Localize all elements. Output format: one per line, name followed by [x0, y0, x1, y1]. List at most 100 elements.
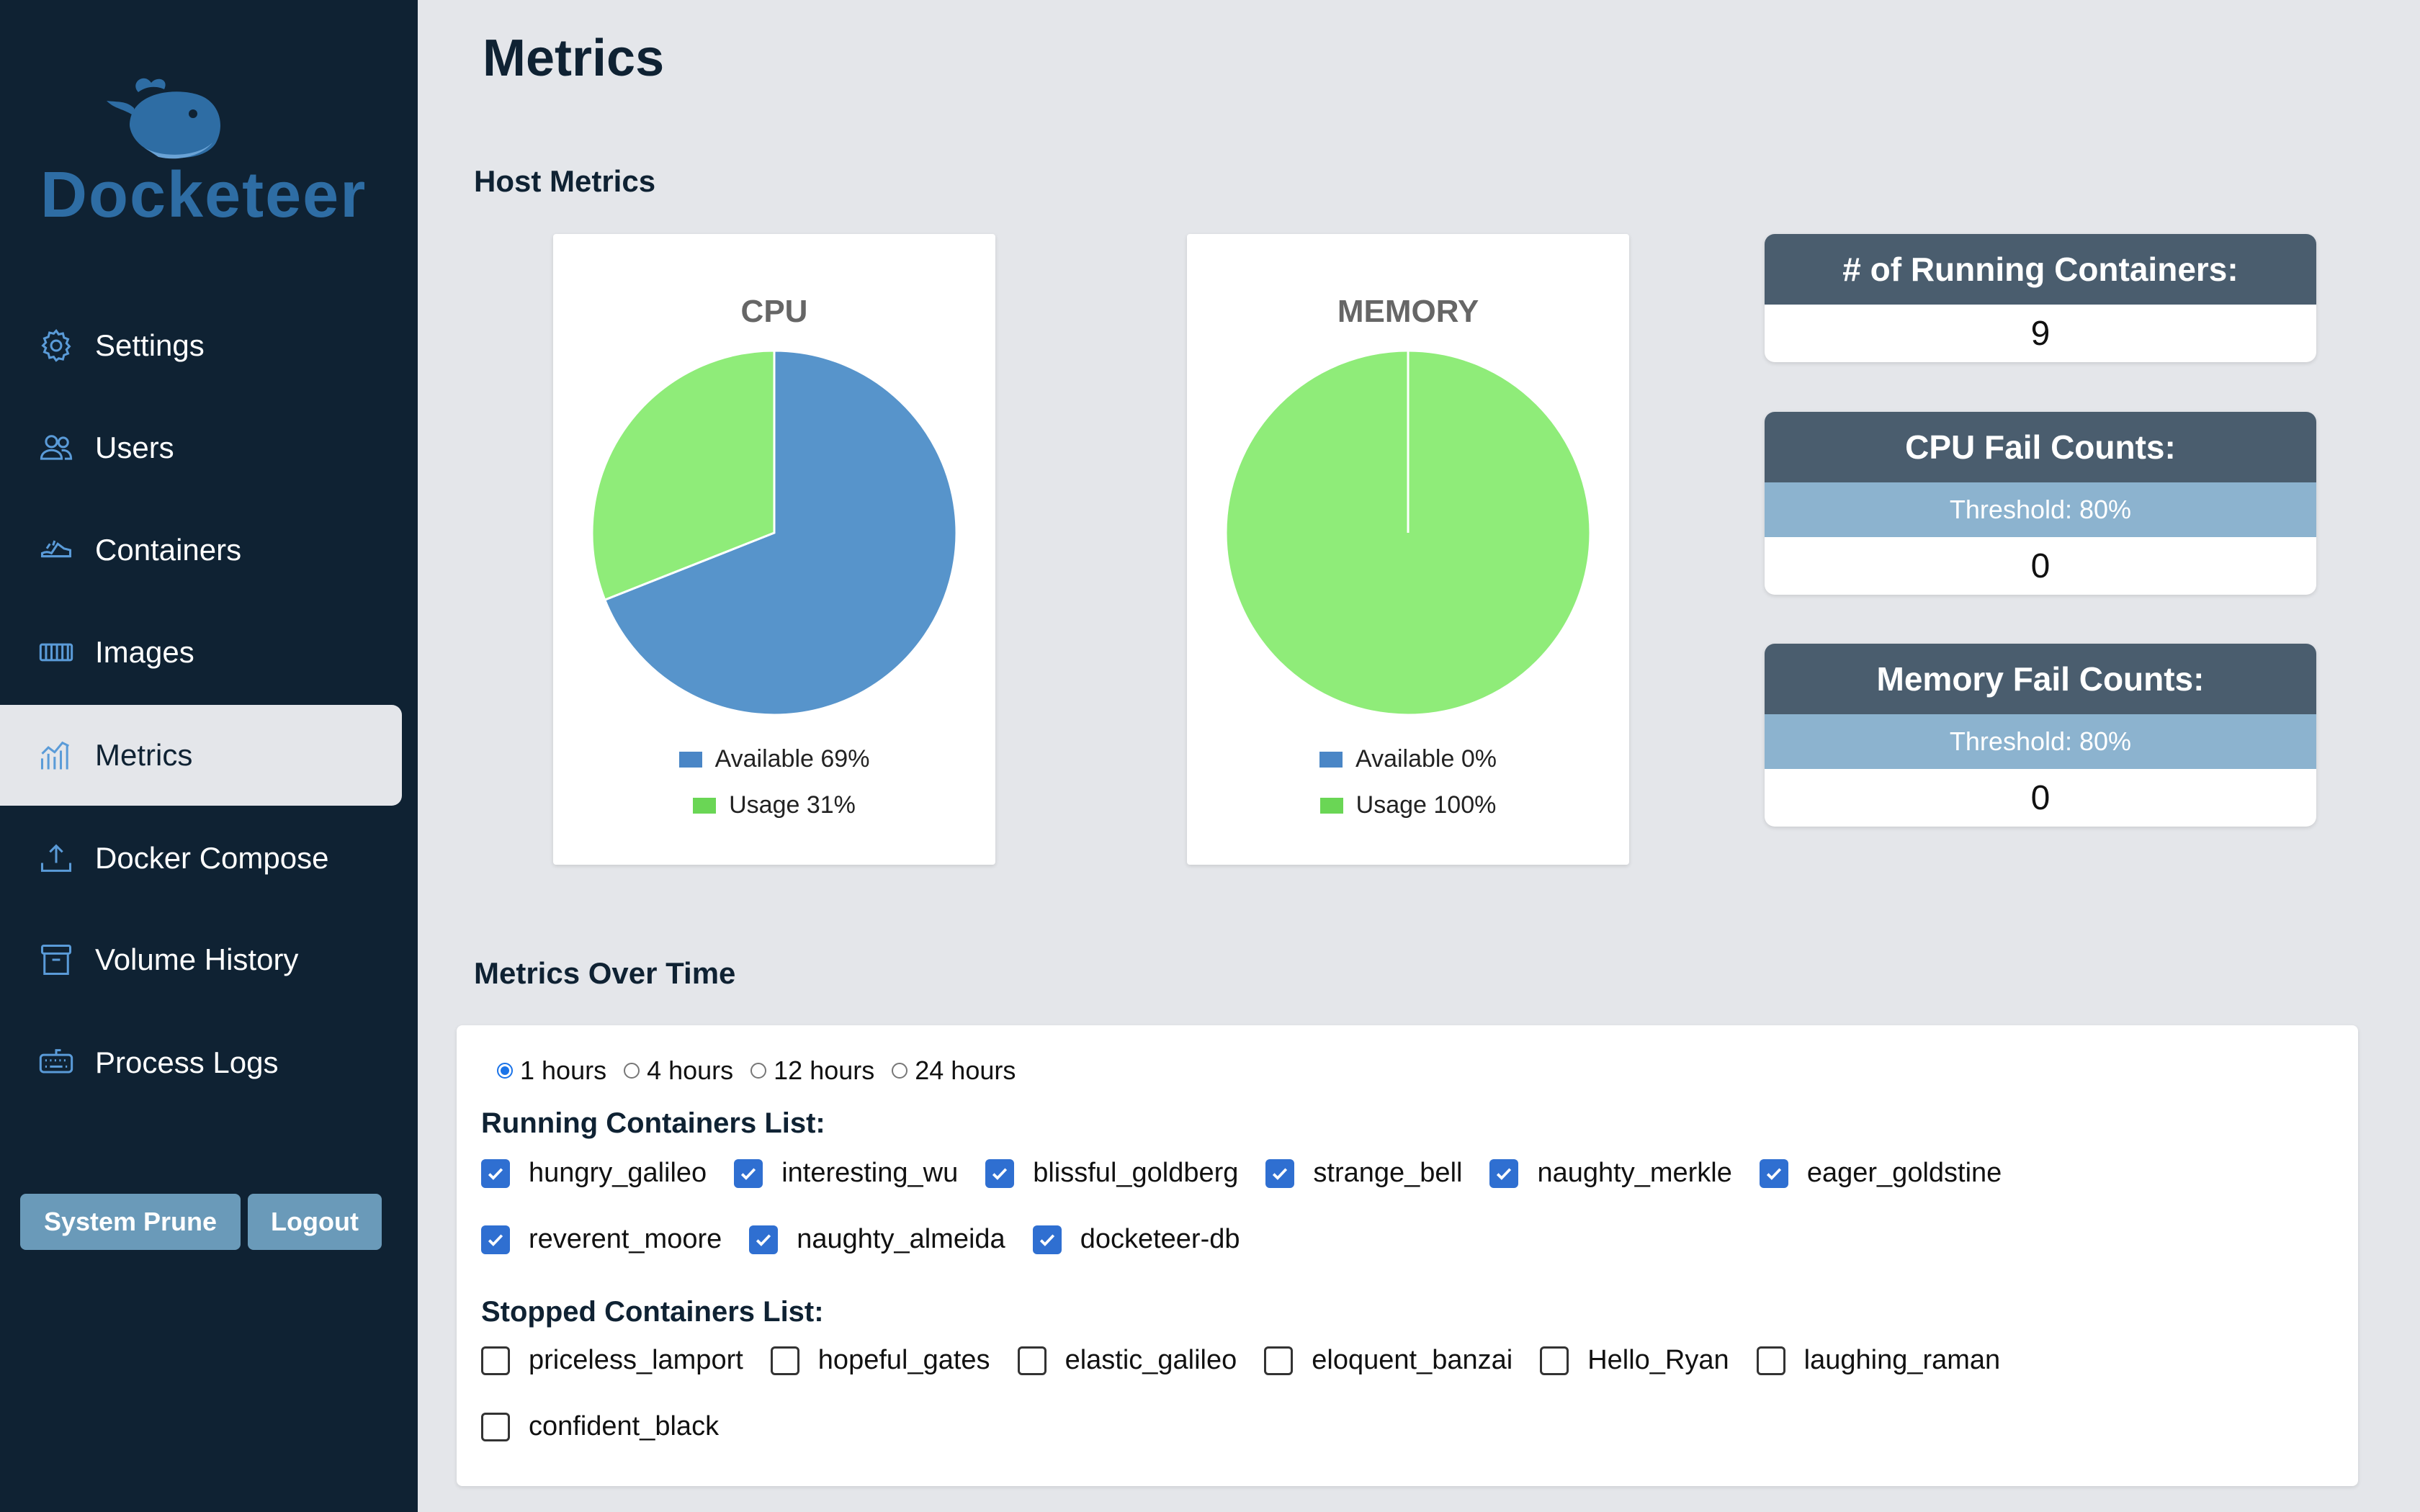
checkbox[interactable] — [481, 1412, 510, 1441]
stopped-containers-list-title: Stopped Containers List: — [481, 1296, 824, 1328]
running-container-checkbox[interactable]: naughty_merkle — [1489, 1158, 1732, 1189]
checkbox[interactable] — [770, 1346, 799, 1375]
container-name: eager_goldstine — [1806, 1158, 2002, 1188]
container-name: naughty_almeida — [797, 1224, 1005, 1254]
stat-threshold: Threshold: 80% — [1765, 714, 2316, 769]
stopped-container-checkbox[interactable]: Hello_Ryan — [1540, 1345, 1729, 1376]
running-container-checkbox[interactable]: strange_bell — [1265, 1158, 1462, 1189]
sidebar-item-docker-compose[interactable]: Docker Compose — [0, 808, 402, 909]
users-icon — [37, 429, 75, 467]
stopped-container-checkbox[interactable]: confident_black — [481, 1411, 719, 1442]
radio-24-hours[interactable]: 24 hours — [892, 1056, 1016, 1086]
legend-swatch — [693, 797, 717, 814]
checkbox[interactable] — [1032, 1225, 1062, 1254]
checkbox[interactable] — [481, 1346, 510, 1375]
system-prune-button[interactable]: System Prune — [20, 1194, 241, 1250]
legend-label: Available 69% — [714, 745, 870, 773]
checkbox[interactable] — [985, 1158, 1015, 1188]
legend-label: Available 0% — [1355, 745, 1497, 773]
sidebar-item-label: Settings — [95, 328, 205, 362]
checkbox[interactable] — [1489, 1158, 1519, 1188]
radio-button[interactable] — [624, 1063, 640, 1079]
radio-4-hours[interactable]: 4 hours — [624, 1056, 733, 1086]
stat-title: CPU Fail Counts: — [1765, 412, 2316, 482]
checkbox[interactable] — [1759, 1158, 1788, 1188]
container-name: reverent_moore — [529, 1224, 722, 1254]
memory-fail-counts-card: Memory Fail Counts: Threshold: 80% 0 — [1765, 644, 2316, 827]
checkbox[interactable] — [1756, 1346, 1785, 1375]
radio-button[interactable] — [750, 1063, 767, 1079]
radio-button[interactable] — [892, 1063, 908, 1079]
upload-icon — [37, 840, 75, 877]
sidebar-item-settings[interactable]: Settings — [0, 295, 402, 396]
logout-button[interactable]: Logout — [248, 1194, 382, 1250]
sidebar-item-process-logs[interactable]: Process Logs — [0, 1012, 402, 1113]
radio-label: 4 hours — [647, 1056, 734, 1085]
stopped-container-checkbox[interactable]: laughing_raman — [1756, 1345, 2000, 1376]
container-name: priceless_lamport — [529, 1345, 743, 1375]
stopped-container-checkbox[interactable]: hopeful_gates — [770, 1345, 990, 1376]
host-metrics-title: Host Metrics — [474, 164, 656, 198]
running-container-checkbox[interactable]: reverent_moore — [481, 1224, 722, 1255]
sidebar-item-volume-history[interactable]: Volume History — [0, 909, 402, 1010]
cpu-pie-chart — [591, 349, 958, 716]
sidebar-item-images[interactable]: Images — [0, 602, 402, 703]
checkbox[interactable] — [481, 1158, 510, 1188]
stopped-container-checkbox[interactable]: priceless_lamport — [481, 1345, 743, 1376]
sidebar-item-label: Users — [95, 431, 174, 464]
container-name: eloquent_banzai — [1312, 1345, 1513, 1375]
sidebar-item-label: Containers — [95, 533, 242, 567]
metrics-over-time-title: Metrics Over Time — [474, 956, 736, 990]
chart-title: MEMORY — [1337, 294, 1479, 329]
memory-chart-card: MEMORY Available 0% Usage 100% — [1187, 234, 1629, 865]
checkbox[interactable] — [1264, 1346, 1294, 1375]
app-name: Docketeer — [40, 159, 367, 231]
archive-icon — [37, 941, 75, 978]
radio-label: 1 hours — [520, 1056, 607, 1085]
container-name: hungry_galileo — [529, 1158, 707, 1188]
stopped-container-checkbox[interactable]: eloquent_banzai — [1264, 1345, 1512, 1376]
checkbox[interactable] — [1540, 1346, 1569, 1375]
sidebar-item-label: Docker Compose — [95, 841, 329, 875]
stopped-containers-row: priceless_lamport hopeful_gates elastic_… — [481, 1345, 2027, 1376]
container-name: elastic_galileo — [1065, 1345, 1237, 1375]
legend-label: Usage 31% — [729, 791, 856, 819]
checkbox[interactable] — [749, 1225, 779, 1254]
time-range-radio-group: 1 hours 4 hours 12 hours 24 hours — [497, 1056, 1033, 1086]
radio-1-hours[interactable]: 1 hours — [497, 1056, 606, 1086]
running-container-checkbox[interactable]: docketeer-db — [1032, 1224, 1240, 1255]
container-name: blissful_goldberg — [1033, 1158, 1239, 1188]
sidebar-item-users[interactable]: Users — [0, 397, 402, 498]
stopped-container-checkbox[interactable]: elastic_galileo — [1017, 1345, 1237, 1376]
container-name: interesting_wu — [781, 1158, 959, 1188]
page-title: Metrics — [483, 30, 665, 87]
radio-button[interactable] — [497, 1063, 513, 1079]
stat-title: # of Running Containers: — [1765, 234, 2316, 305]
radio-label: 24 hours — [915, 1056, 1016, 1085]
running-container-checkbox[interactable]: eager_goldstine — [1759, 1158, 2002, 1189]
legend-swatch — [678, 751, 702, 768]
running-container-checkbox[interactable]: hungry_galileo — [481, 1158, 707, 1189]
sidebar-item-label: Volume History — [95, 942, 299, 976]
radio-12-hours[interactable]: 12 hours — [750, 1056, 874, 1086]
checkbox[interactable] — [481, 1225, 510, 1254]
running-container-checkbox[interactable]: naughty_almeida — [749, 1224, 1005, 1255]
sidebar-item-metrics[interactable]: Metrics — [0, 705, 402, 806]
running-container-checkbox[interactable]: interesting_wu — [734, 1158, 958, 1189]
container-name: Hello_Ryan — [1587, 1345, 1729, 1375]
whale-icon — [107, 78, 221, 159]
metrics-over-time-panel: 1 hours 4 hours 12 hours 24 hours Runnin… — [457, 1025, 2358, 1486]
container-name: docketeer-db — [1080, 1224, 1240, 1254]
cpu-fail-counts-card: CPU Fail Counts: Threshold: 80% 0 — [1765, 412, 2316, 595]
container-name: confident_black — [529, 1411, 720, 1441]
legend-swatch — [1319, 751, 1343, 768]
legend-item: Usage 31% — [553, 791, 995, 819]
checkbox[interactable] — [1265, 1158, 1295, 1188]
chart-icon — [37, 737, 75, 774]
checkbox[interactable] — [1017, 1346, 1047, 1375]
sidebar-item-containers[interactable]: Containers — [0, 500, 402, 600]
sidebar-item-label: Metrics — [95, 738, 193, 772]
checkbox[interactable] — [734, 1158, 763, 1188]
running-containers-row: reverent_moore naughty_almeida docketeer… — [481, 1224, 1268, 1255]
running-container-checkbox[interactable]: blissful_goldberg — [985, 1158, 1238, 1189]
